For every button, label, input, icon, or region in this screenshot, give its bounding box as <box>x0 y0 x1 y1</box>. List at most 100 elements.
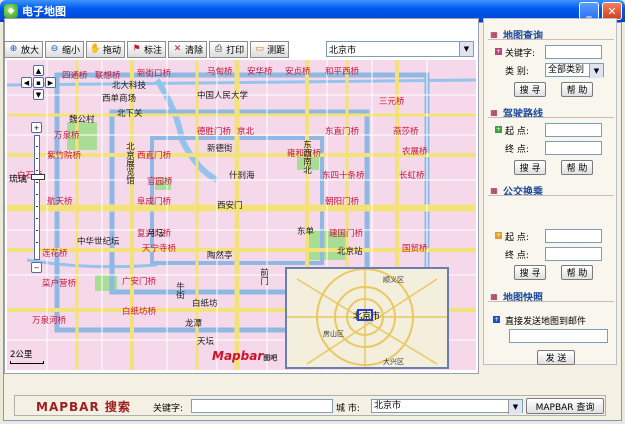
zoom-minus-icon[interactable]: − <box>31 262 42 273</box>
zoom-in-icon: ⊕ <box>9 44 18 54</box>
scale-line <box>10 361 44 364</box>
driving-end-label: 终 点: <box>505 145 529 155</box>
bottom-keyword-label: 关键字: <box>153 404 184 414</box>
toolbar-button-2[interactable]: ✋ 拖动 <box>86 41 126 58</box>
bullet-icon: + <box>495 232 502 239</box>
map-search-button[interactable]: 搜 寻 <box>514 82 546 97</box>
ruler-icon: ▭ <box>255 44 264 54</box>
map-label: 燕莎桥 <box>393 127 419 137</box>
chevron-down-icon[interactable]: ▼ <box>589 64 603 78</box>
toolbar-button-5[interactable]: ⎙ 打印 <box>209 41 249 58</box>
zoom-tick <box>36 158 38 159</box>
toolbar-button-3[interactable]: ⚑ 标注 <box>127 41 167 58</box>
bottom-keyword-input[interactable] <box>191 399 333 413</box>
email-input[interactable] <box>509 329 608 343</box>
transit-start-label: 起 点: <box>505 233 529 243</box>
transit-end-input[interactable] <box>545 247 602 261</box>
cross-icon: ✕ <box>173 44 182 54</box>
transit-help-button[interactable]: 帮 助 <box>561 265 593 280</box>
driving-search-button[interactable]: 搜 寻 <box>514 160 546 175</box>
map-label: 月坛 <box>147 229 165 239</box>
pan-right-icon[interactable]: ▶ <box>45 77 56 88</box>
pan-reset-icon[interactable]: ▪ <box>33 77 44 88</box>
divider <box>488 39 614 40</box>
map-label: 新德街 <box>207 144 233 154</box>
bottom-brand: MAPBAR 搜索 <box>36 400 131 414</box>
keyword-input[interactable] <box>545 45 602 59</box>
zoom-plus-icon[interactable]: + <box>31 122 42 133</box>
overview-label: 房山区 <box>323 330 344 338</box>
divider <box>488 301 614 302</box>
map-label: 西直门桥 <box>137 151 172 161</box>
zoom-slider-thumb[interactable] <box>31 174 45 180</box>
grid-icon: ▦ <box>490 30 498 39</box>
map-label: 北下关 <box>117 109 143 119</box>
map-label: 万泉河桥 <box>32 316 67 326</box>
bottom-city-label: 城 市: <box>336 404 360 414</box>
map-label: 德胜门桥 <box>197 127 232 137</box>
zoom-out-icon: ⊖ <box>50 44 59 54</box>
map-label: 四通桥 <box>62 71 88 81</box>
grid-icon: ▦ <box>490 292 498 301</box>
map-label: 中国人民大学 <box>197 91 249 101</box>
bottom-city-select[interactable]: 北京市 ▼ <box>371 399 523 414</box>
map-canvas[interactable]: 四通桥 联想桥 新街口桥 马甸桥 安华桥 安贞桥 和平西桥 三元桥 万泉桥 西直… <box>7 60 476 370</box>
pan-up-icon[interactable]: ▲ <box>33 65 44 76</box>
map-label: 长虹桥 <box>399 171 425 181</box>
toolbar-button-6[interactable]: ▭ 测距 <box>250 41 290 58</box>
toolbar-button-4[interactable]: ✕ 清除 <box>168 41 208 58</box>
flag-icon: ⚑ <box>132 44 141 54</box>
scale-label: 2公里 <box>10 350 33 360</box>
bottom-search-bar: MAPBAR 搜索 关键字: 城 市: 北京市 ▼ MAPBAR 查询 <box>14 395 606 416</box>
overview-map[interactable]: 顺义区 北京市 房山区 大兴区 <box>285 267 449 369</box>
pan-down-icon[interactable]: ▼ <box>33 89 44 100</box>
overview-viewport[interactable] <box>357 309 373 321</box>
zoom-tick <box>36 182 38 183</box>
map-label: 紫竹院桥 <box>47 151 82 161</box>
map-help-button[interactable]: 帮 助 <box>561 82 593 97</box>
map-toolbar: ⊕ 放大 ⊖ 缩小 ✋ 拖动 ⚑ 标注 ✕ 清除 ⎙ 打印 ▭ 测距 <box>4 41 324 58</box>
map-label: 东西南北 <box>301 140 312 174</box>
map-label: 万泉桥 <box>54 131 80 141</box>
driving-end-input[interactable] <box>545 141 602 155</box>
map-label: 国贸桥 <box>402 244 428 254</box>
bottom-city-value: 北京市 <box>374 401 402 411</box>
pan-left-icon[interactable]: ◀ <box>21 77 32 88</box>
zoom-tick <box>36 230 38 231</box>
toolbar-button-1[interactable]: ⊖ 缩小 <box>45 41 85 58</box>
toolbar-button-label: 缩小 <box>62 46 81 56</box>
zoom-tick <box>36 206 38 207</box>
map-label: 天坛 <box>197 337 215 347</box>
driving-help-button[interactable]: 帮 助 <box>561 160 593 175</box>
send-button[interactable]: 发 送 <box>537 350 575 365</box>
zoom-tick <box>36 242 38 243</box>
category-label: 类 别: <box>505 67 529 77</box>
transit-start-input[interactable] <box>545 229 602 243</box>
mapbar-search-button[interactable]: MAPBAR 查询 <box>526 398 604 414</box>
map-label: 西安门 <box>217 201 243 211</box>
chevron-down-icon[interactable]: ▼ <box>459 42 473 56</box>
scale-bar: 2公里 <box>10 348 44 364</box>
map-label: 中华世纪坛 <box>77 237 120 247</box>
transit-search-button[interactable]: 搜 寻 <box>514 265 546 280</box>
city-select[interactable]: 北京市 ▼ <box>326 41 474 57</box>
map-label: 陶然亭 <box>207 251 233 261</box>
zoom-slider[interactable] <box>31 135 45 260</box>
driving-start-label: 起 点: <box>505 127 529 137</box>
map-nav-control: ▲ ◀ ▪ ▶ ▼ + − <box>21 65 56 275</box>
category-select[interactable]: 全部类别 ▼ <box>545 63 604 78</box>
divider <box>488 195 614 196</box>
map-label: 联想桥 <box>95 71 121 81</box>
toolbar-button-label: 标注 <box>144 46 163 56</box>
transit-end-label: 终 点: <box>505 251 529 261</box>
map-label: 农展桥 <box>402 147 428 157</box>
chevron-down-icon[interactable]: ▼ <box>508 400 522 414</box>
toolbar-button-0[interactable]: ⊕ 放大 <box>4 41 44 58</box>
zoom-tick <box>36 170 38 171</box>
logo-text: Mapbar <box>212 349 264 363</box>
toolbar-button-label: 拖动 <box>103 46 122 56</box>
driving-start-input[interactable] <box>545 123 602 137</box>
sidebar: ▦ 地图查询 + 关键字: 类 别: 全部类别 ▼ 搜 寻 帮 助 ▦ 驾驶路线 + … <box>483 18 617 365</box>
category-value: 全部类别 <box>548 65 585 75</box>
grid-icon: ▦ <box>490 108 498 117</box>
